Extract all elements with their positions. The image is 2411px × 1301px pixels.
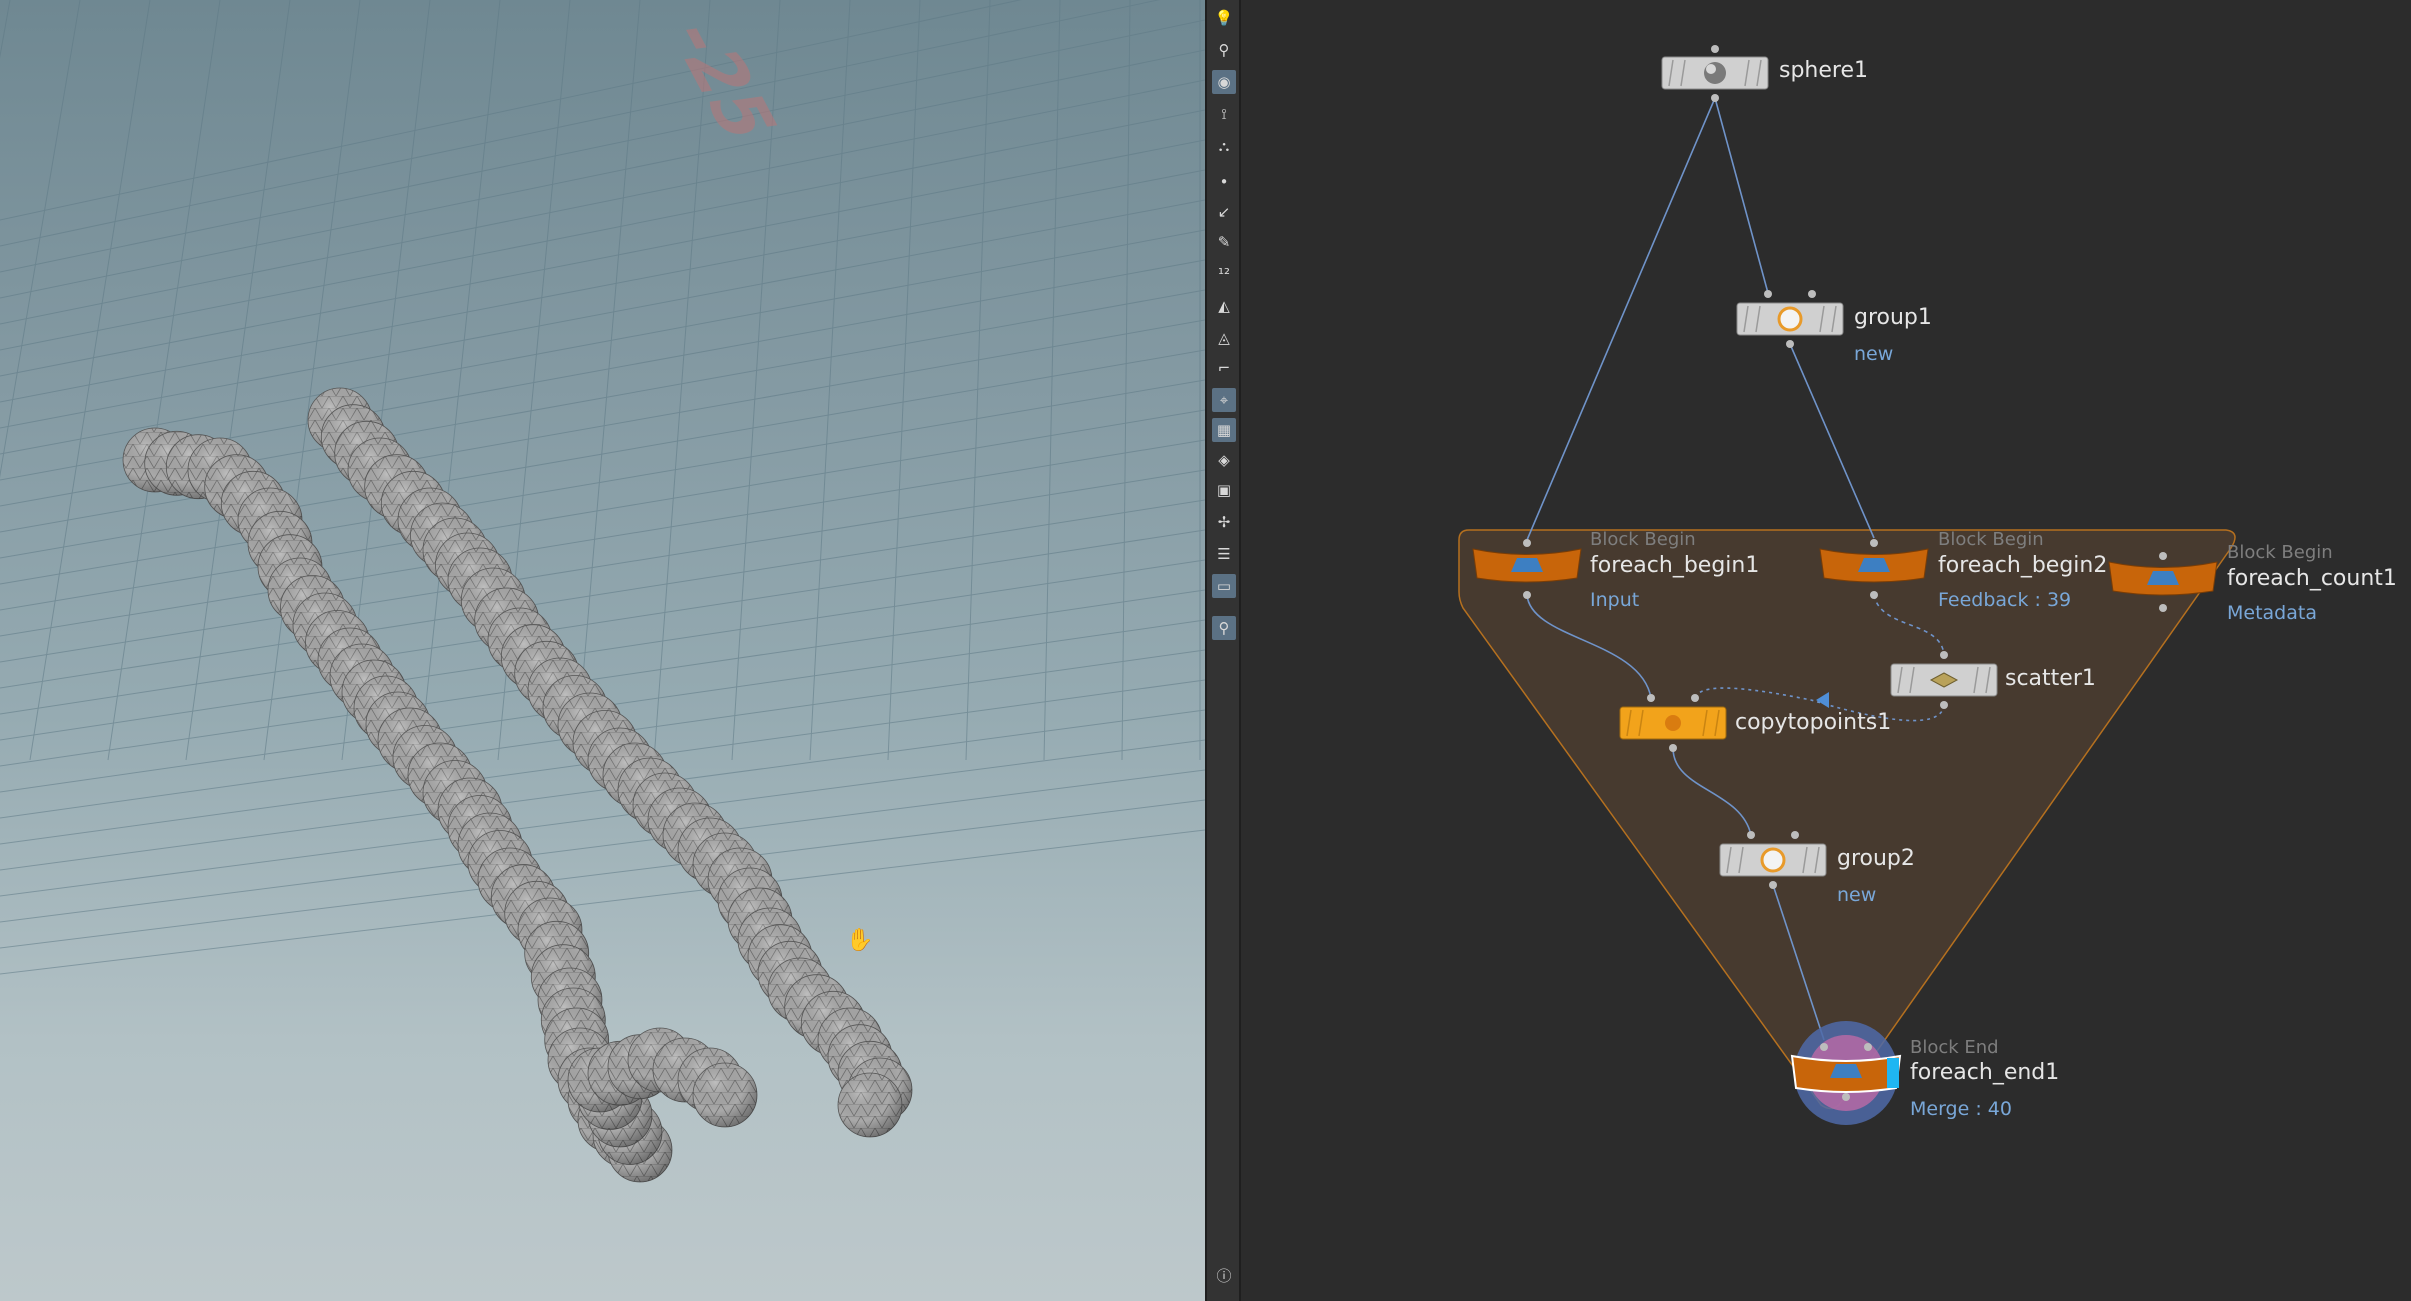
wireframe-icon[interactable]: ◬ (1212, 326, 1236, 350)
image-icon[interactable]: ▭ (1212, 574, 1236, 598)
spot-light-icon[interactable]: ⚲ (1212, 38, 1236, 62)
block-label-begin1: Block Begin (1590, 529, 1696, 550)
pin-icon[interactable]: ⚲ (1212, 616, 1236, 640)
camera-icon[interactable]: ⛬ (1212, 134, 1236, 158)
info-icon[interactable]: ⓘ (1212, 1264, 1236, 1288)
background-icon[interactable]: ▦ (1212, 418, 1236, 442)
grid-line (0, 799, 1205, 949)
node-label-copytopoints1: copytopoints1 (1735, 710, 1892, 735)
grid-line (0, 139, 1205, 377)
grid-line (965, 0, 991, 761)
display-options-icon[interactable]: ◉ (1212, 70, 1236, 94)
node-label-foreach-end1: foreach_end1 (1910, 1060, 2060, 1085)
node-info-group1: new (1854, 343, 1894, 365)
grid-line (0, 0, 11, 59)
node-label-foreach-begin2: foreach_begin2 (1938, 553, 2108, 578)
shading-icon[interactable]: ◭ (1212, 294, 1236, 318)
guide-icon[interactable]: ⌐ (1212, 356, 1236, 380)
node-label-foreach-begin1: foreach_begin1 (1590, 553, 1760, 578)
node-info-group2: new (1837, 884, 1877, 906)
block-label-begin2: Block Begin (1938, 529, 2044, 550)
sphere-shading (693, 1063, 757, 1127)
node-label-foreach-count1: foreach_count1 (2227, 566, 2397, 591)
viewport-canvas[interactable] (0, 0, 1205, 1301)
grid-line (1121, 0, 1131, 761)
node-info-foreach-count1: Metadata (2227, 602, 2317, 624)
block-label-count1: Block Begin (2227, 542, 2333, 563)
viewport-display-toolbar: 💡 ⚲ ◉ ⟟ ⛬ • ↙ ✎ ¹² ◭ ◬ ⌐ ⌖ ▦ ◈ ▣ ✢ ☰ ▭ ⚲… (1205, 0, 1241, 1301)
grid-line (0, 169, 1205, 403)
grid-line (185, 0, 291, 761)
snap-icon[interactable]: ✢ (1212, 510, 1236, 534)
grid-line (0, 0, 1161, 247)
node-info-foreach-begin2: Feedback : 39 (1938, 589, 2072, 611)
grid-line (29, 0, 151, 761)
node-label-scatter1: scatter1 (2005, 666, 2096, 691)
light-icon[interactable]: 💡 (1212, 6, 1236, 30)
block-label-end1: Block End (1910, 1037, 1999, 1058)
grid-line (809, 0, 851, 761)
scene-viewport[interactable]: -25 ✋ (0, 0, 1205, 1301)
node-label-group2: group2 (1837, 846, 1915, 871)
grid-line (0, 0, 81, 479)
grid-line (0, 829, 1205, 975)
grid-line (107, 0, 221, 761)
grid-line (0, 469, 1205, 663)
visualize-icon[interactable]: ⌖ (1212, 388, 1236, 412)
normal-icon[interactable]: ◈ (1212, 448, 1236, 472)
node-label-group1: group1 (1854, 305, 1932, 330)
grid-line (0, 0, 1022, 221)
network-editor[interactable]: sphere1 group1 new Block Begin foreach_b… (1241, 0, 2411, 1301)
sphere-shading (838, 1073, 902, 1137)
grid-line (0, 529, 1205, 715)
wire-sphere-foreach-begin1 (1526, 97, 1716, 541)
network-canvas[interactable] (1241, 0, 2411, 1301)
wire-sphere-group1 (1714, 97, 1769, 294)
node-sphere1[interactable] (1661, 45, 1769, 102)
wire-group1-foreach-begin2 (1789, 343, 1875, 539)
node-info-foreach-end1: Merge : 40 (1910, 1098, 2012, 1120)
pen-icon[interactable]: ✎ (1212, 230, 1236, 254)
grid-line (0, 79, 1205, 325)
grid-line (0, 319, 1205, 533)
layers-icon[interactable]: ☰ (1212, 542, 1236, 566)
node-info-foreach-begin1: Input (1590, 589, 1640, 611)
node-label-sphere1: sphere1 (1779, 58, 1868, 83)
point-numbers-icon[interactable]: ¹² (1212, 262, 1236, 286)
hand-cursor-icon: ✋ (846, 928, 874, 953)
grid-line (0, 499, 1205, 689)
node-group1[interactable] (1736, 290, 1844, 348)
edge-icon[interactable]: ↙ (1212, 200, 1236, 224)
display-icon[interactable]: ▣ (1212, 478, 1236, 502)
grid-line (0, 49, 1205, 299)
ghost-icon[interactable]: ⟟ (1212, 102, 1236, 126)
grid-line (1043, 0, 1061, 761)
point-icon[interactable]: • (1212, 170, 1236, 194)
